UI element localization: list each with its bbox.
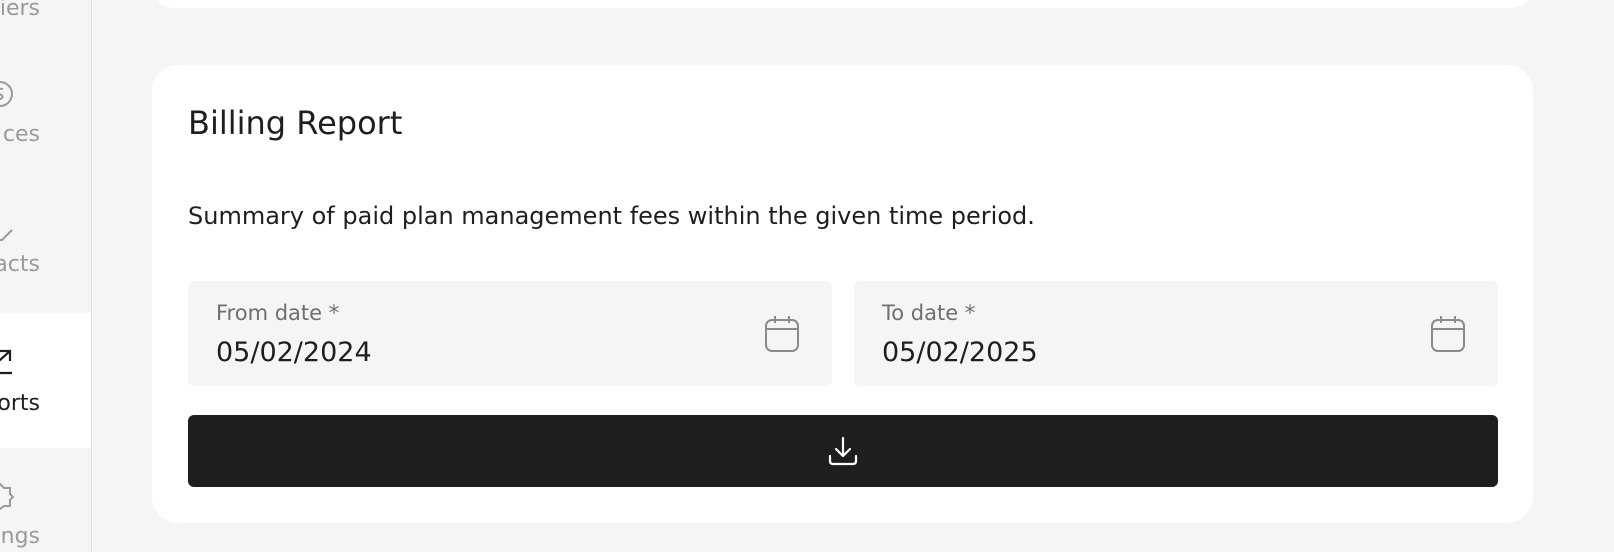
billing-report-card: Billing Report Summary of paid plan mana… xyxy=(152,65,1533,523)
sidebar-item-suppliers[interactable]: liers xyxy=(0,0,91,26)
sidebar-item-label: ces xyxy=(2,122,40,147)
to-date-label: To date * xyxy=(882,301,976,325)
sidebar-item-settings[interactable]: ngs xyxy=(0,470,91,552)
contacts-icon xyxy=(0,229,13,241)
invoices-icon xyxy=(0,81,13,107)
download-icon xyxy=(828,436,858,466)
sidebar-item-label: acts xyxy=(0,252,40,277)
sidebar: liers ces acts orts ngs xyxy=(0,0,92,552)
card-title: Billing Report xyxy=(188,104,403,142)
to-date-value[interactable]: 05/02/2025 xyxy=(882,337,1038,368)
sidebar-item-invoices[interactable]: ces xyxy=(0,70,91,160)
settings-icon xyxy=(0,482,14,510)
from-date-label: From date * xyxy=(216,301,340,325)
to-date-field[interactable]: To date * 05/02/2025 xyxy=(854,281,1498,386)
sidebar-item-label: orts xyxy=(0,391,40,416)
calendar-icon[interactable] xyxy=(1430,315,1466,353)
sidebar-item-contacts[interactable]: acts xyxy=(0,200,91,290)
sidebar-item-label: ngs xyxy=(0,524,40,549)
sidebar-item-reports[interactable]: orts xyxy=(0,313,91,448)
previous-report-card xyxy=(152,0,1533,8)
from-date-value[interactable]: 05/02/2024 xyxy=(216,337,372,368)
card-description: Summary of paid plan management fees wit… xyxy=(188,202,1035,230)
from-date-field[interactable]: From date * 05/02/2024 xyxy=(188,281,832,386)
download-button[interactable] xyxy=(188,415,1498,487)
calendar-icon[interactable] xyxy=(764,315,800,353)
reports-icon xyxy=(0,349,12,375)
sidebar-item-label: liers xyxy=(0,0,40,21)
